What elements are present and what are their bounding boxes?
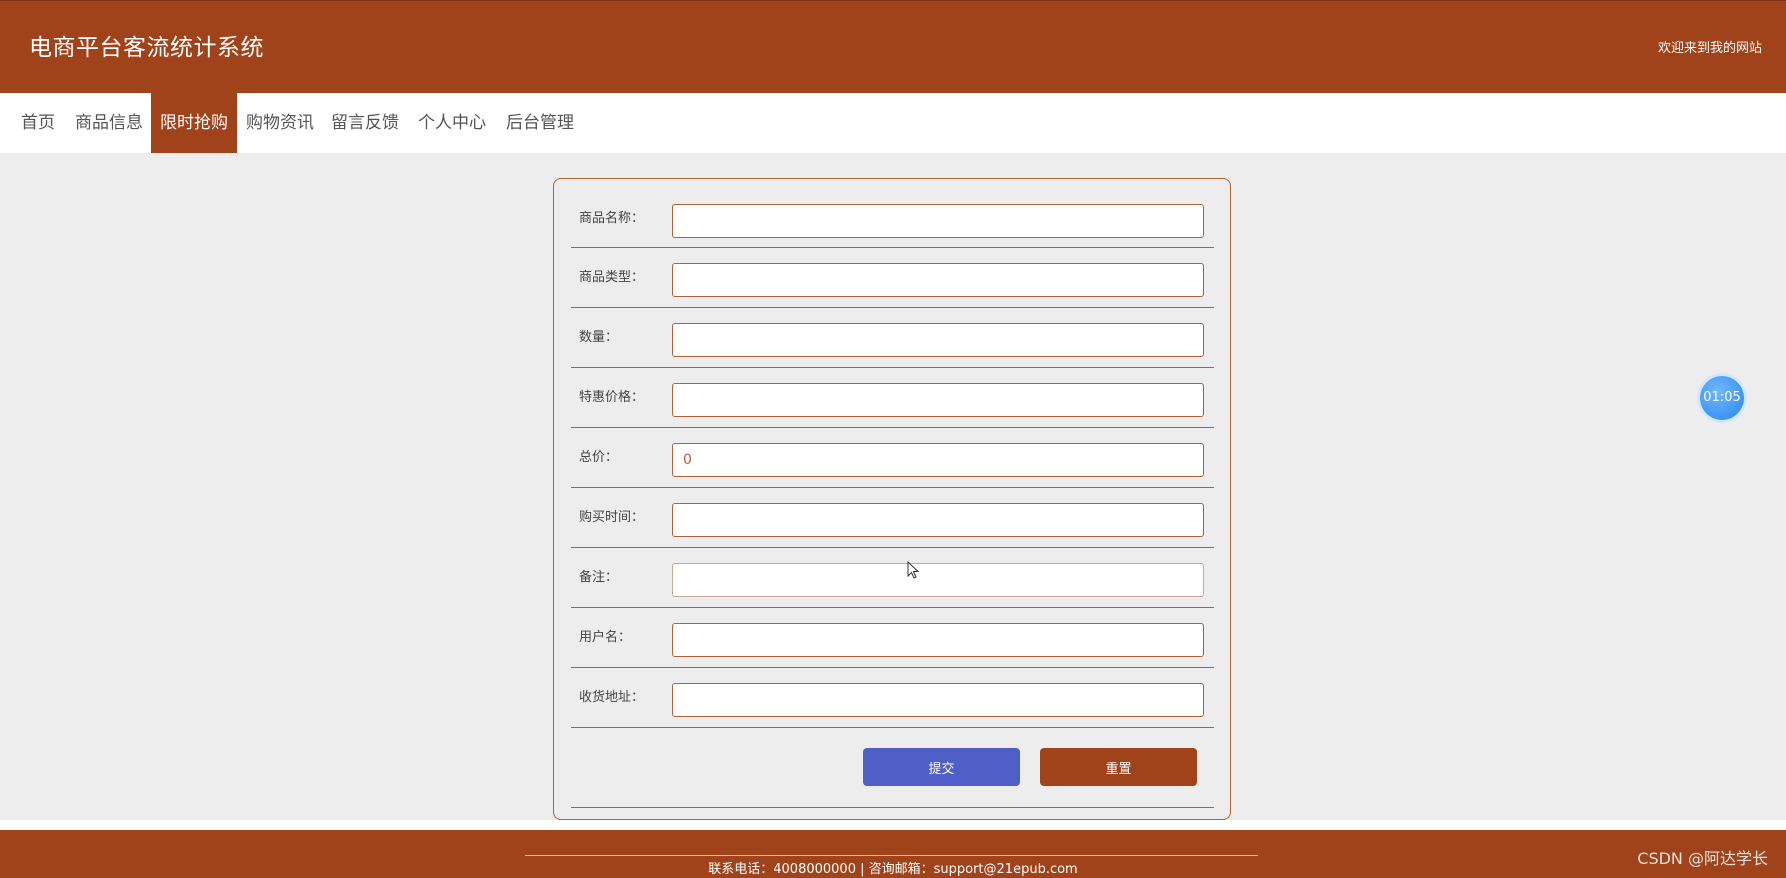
- top-header: 电商平台客流统计系统 欢迎来到我的网站: [0, 0, 1786, 93]
- nav-item-feedback[interactable]: 留言反馈: [326, 93, 404, 153]
- footer-contact-text: 联系电话：4008000000 | 咨询邮箱：support@21epub.co…: [708, 862, 1078, 877]
- purchase-form: 商品名称： 商品类型： 数量： 特惠价格： 总价： 购买时间： 备注： 用户名：…: [553, 178, 1231, 820]
- remarks-label: 备注：: [579, 570, 619, 585]
- nav-item-personal-center[interactable]: 个人中心: [413, 93, 491, 153]
- form-row-username: 用户名：: [571, 608, 1214, 668]
- csdn-watermark: CSDN @阿达学长: [1637, 849, 1768, 868]
- product-type-input[interactable]: [672, 263, 1204, 297]
- form-row-product-name: 商品名称：: [571, 179, 1214, 248]
- product-name-input[interactable]: [672, 204, 1204, 238]
- remarks-input[interactable]: [672, 563, 1204, 597]
- footer-divider: [525, 855, 1258, 856]
- product-name-label: 商品名称：: [579, 211, 645, 226]
- form-row-product-type: 商品类型：: [571, 248, 1214, 308]
- form-row-quantity: 数量：: [571, 308, 1214, 368]
- form-row-special-price: 特惠价格：: [571, 368, 1214, 428]
- shipping-address-input[interactable]: [672, 683, 1204, 717]
- nav-item-admin[interactable]: 后台管理: [500, 93, 580, 153]
- site-title: 电商平台客流统计系统: [29, 35, 264, 61]
- purchase-time-input[interactable]: [672, 503, 1204, 537]
- form-actions: 提交 重置: [571, 748, 1214, 808]
- main-nav: 首页 商品信息 限时抢购 购物资讯 留言反馈 个人中心 后台管理: [0, 93, 1786, 153]
- special-price-input[interactable]: [672, 383, 1204, 417]
- total-price-input[interactable]: [672, 443, 1204, 477]
- shipping-address-label: 收货地址：: [579, 690, 645, 705]
- timer-badge[interactable]: 01:05: [1700, 376, 1744, 420]
- welcome-text: 欢迎来到我的网站: [1657, 41, 1762, 56]
- nav-item-flash-sale[interactable]: 限时抢购: [151, 93, 237, 153]
- footer-separator: [0, 820, 1786, 830]
- nav-item-products[interactable]: 商品信息: [70, 93, 148, 153]
- username-label: 用户名：: [579, 630, 632, 645]
- submit-button[interactable]: 提交: [863, 748, 1020, 786]
- username-input[interactable]: [672, 623, 1204, 657]
- mouse-cursor-icon: [907, 561, 919, 579]
- form-row-remarks: 备注：: [571, 548, 1214, 608]
- page-footer: 联系电话：4008000000 | 咨询邮箱：support@21epub.co…: [0, 830, 1786, 878]
- quantity-input[interactable]: [672, 323, 1204, 357]
- form-row-purchase-time: 购买时间：: [571, 488, 1214, 548]
- product-type-label: 商品类型：: [579, 270, 645, 285]
- total-price-label: 总价：: [579, 450, 619, 465]
- purchase-time-label: 购买时间：: [579, 510, 645, 525]
- reset-button[interactable]: 重置: [1040, 748, 1197, 786]
- special-price-label: 特惠价格：: [579, 390, 645, 405]
- nav-item-home[interactable]: 首页: [12, 93, 64, 153]
- quantity-label: 数量：: [579, 330, 619, 345]
- nav-item-shopping-news[interactable]: 购物资讯: [240, 93, 320, 153]
- form-row-total-price: 总价：: [571, 428, 1214, 488]
- form-row-shipping-address: 收货地址：: [571, 668, 1214, 728]
